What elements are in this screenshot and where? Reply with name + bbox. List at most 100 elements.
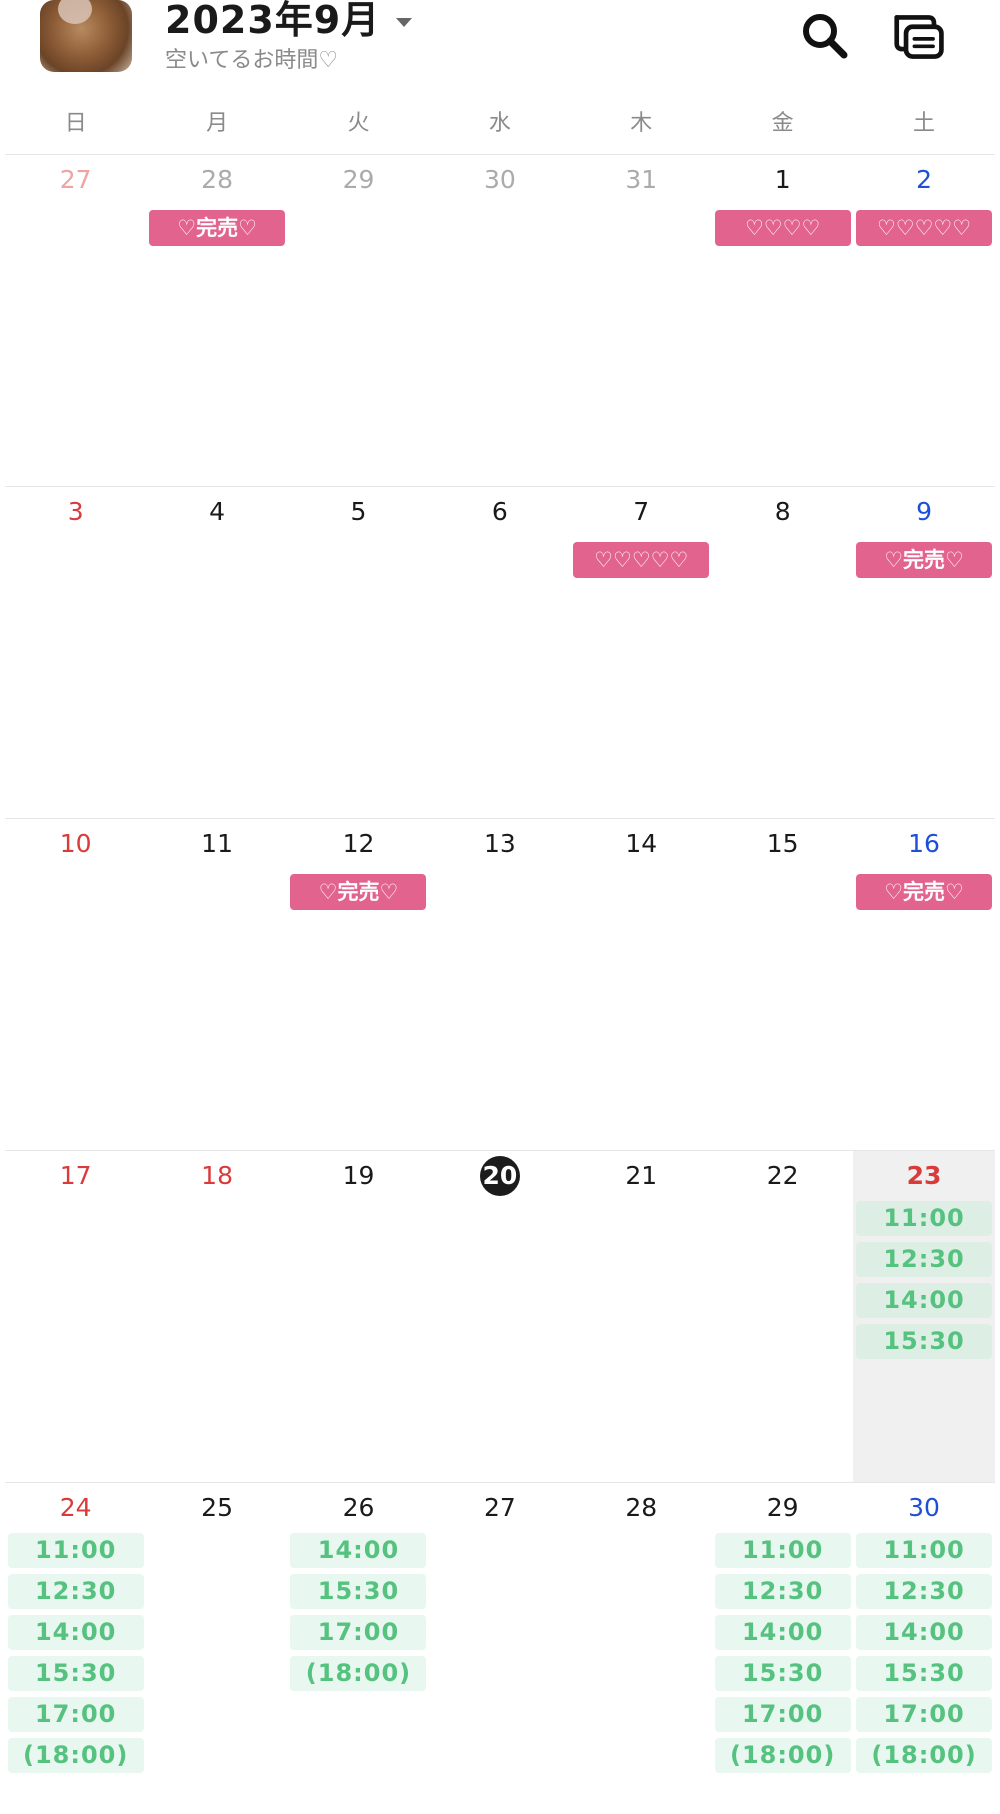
day-cell[interactable]: 2 ♡♡♡♡♡ bbox=[853, 155, 994, 486]
day-cell[interactable]: 17 bbox=[5, 1151, 146, 1482]
time-slot[interactable]: 17:00 bbox=[714, 1697, 851, 1732]
day-number: 9 bbox=[916, 497, 932, 526]
day-cell[interactable]: 30 11:00 12:30 14:00 15:30 17:00 (18:00) bbox=[853, 1483, 994, 1814]
day-cell[interactable]: 14 bbox=[571, 819, 712, 1150]
time-slot[interactable]: (18:00) bbox=[290, 1656, 427, 1691]
event-badge[interactable]: ♡♡♡♡♡ bbox=[856, 210, 993, 246]
time-slot[interactable]: 15:30 bbox=[856, 1324, 993, 1359]
day-cell[interactable]: 31 bbox=[571, 155, 712, 486]
avatar[interactable] bbox=[40, 0, 132, 72]
day-cell[interactable]: 25 bbox=[146, 1483, 287, 1814]
event-badge[interactable]: ♡完売♡ bbox=[856, 874, 993, 910]
day-cell[interactable]: 6 bbox=[429, 487, 570, 818]
day-cell[interactable]: 15 bbox=[712, 819, 853, 1150]
day-number: 26 bbox=[342, 1493, 375, 1522]
event-badge[interactable]: ♡完売♡ bbox=[149, 210, 286, 246]
time-slot-list: 11:00 12:30 14:00 15:30 17:00 (18:00) bbox=[853, 1533, 994, 1773]
time-slot[interactable]: 17:00 bbox=[290, 1615, 427, 1650]
day-number: 27 bbox=[59, 165, 92, 194]
month-grid: 27 28 ♡完売♡ 29 30 31 1 ♡♡♡♡ 2 ♡♡♡♡♡ 3 4 5 6 7 ♡♡♡♡♡ 8 9 ♡完売… bbox=[5, 155, 995, 1814]
time-slot[interactable]: 15:30 bbox=[7, 1656, 144, 1691]
day-cell[interactable]: 21 bbox=[571, 1151, 712, 1482]
time-slot[interactable]: 15:30 bbox=[856, 1656, 993, 1691]
day-cell[interactable]: 11 bbox=[146, 819, 287, 1150]
time-slot[interactable]: 11:00 bbox=[7, 1533, 144, 1568]
day-number: 30 bbox=[908, 1493, 940, 1522]
time-slot[interactable]: 11:00 bbox=[714, 1533, 851, 1568]
time-slot[interactable]: 17:00 bbox=[856, 1697, 993, 1732]
day-number: 13 bbox=[483, 829, 516, 858]
day-cell[interactable]: 27 bbox=[429, 1483, 570, 1814]
month-title-text[interactable]: 2023年9月 bbox=[165, 0, 380, 40]
day-cell[interactable]: 29 bbox=[288, 155, 429, 486]
time-slot[interactable]: (18:00) bbox=[714, 1738, 851, 1773]
event-badge[interactable]: ♡♡♡♡ bbox=[714, 210, 851, 246]
time-slot[interactable]: 14:00 bbox=[714, 1615, 851, 1650]
day-number: 29 bbox=[766, 1493, 799, 1522]
time-slot[interactable]: (18:00) bbox=[856, 1738, 993, 1773]
time-slot[interactable]: 15:30 bbox=[290, 1574, 427, 1609]
day-number: 14 bbox=[625, 829, 658, 858]
day-cell[interactable]: 28 ♡完売♡ bbox=[146, 155, 287, 486]
day-number: 21 bbox=[625, 1161, 658, 1190]
day-cell[interactable]: 4 bbox=[146, 487, 287, 818]
day-cell[interactable]: 27 bbox=[5, 155, 146, 486]
day-cell[interactable]: 12 ♡完売♡ bbox=[288, 819, 429, 1150]
day-number: 8 bbox=[774, 497, 791, 526]
month-selector[interactable]: 2023年9月 空いてるお時間♡ bbox=[165, 0, 413, 74]
day-cell[interactable]: 5 bbox=[288, 487, 429, 818]
time-slot-list: 14:00 15:30 17:00 (18:00) bbox=[288, 1533, 429, 1691]
day-cell[interactable]: 29 11:00 12:30 14:00 15:30 17:00 (18:00) bbox=[712, 1483, 853, 1814]
day-cell[interactable]: 28 bbox=[571, 1483, 712, 1814]
event-badge[interactable]: ♡完売♡ bbox=[290, 874, 427, 910]
day-cell[interactable]: 30 bbox=[429, 155, 570, 486]
time-slot[interactable]: 14:00 bbox=[856, 1615, 993, 1650]
week-row: 27 28 ♡完売♡ 29 30 31 1 ♡♡♡♡ 2 ♡♡♡♡♡ bbox=[5, 155, 995, 487]
weekday-header-row: 日 月 火 水 木 金 土 bbox=[5, 106, 995, 155]
time-slot[interactable]: 14:00 bbox=[856, 1283, 993, 1318]
day-number: 2 bbox=[916, 165, 932, 194]
day-cell[interactable]: 16 ♡完売♡ bbox=[853, 819, 994, 1150]
search-icon[interactable] bbox=[798, 10, 852, 64]
day-cell[interactable]: 22 bbox=[712, 1151, 853, 1482]
day-cell[interactable]: 3 bbox=[5, 487, 146, 818]
day-number: 16 bbox=[908, 829, 940, 858]
day-cell[interactable]: 24 11:00 12:30 14:00 15:30 17:00 (18:00) bbox=[5, 1483, 146, 1814]
day-number: 4 bbox=[209, 497, 226, 526]
day-number: 28 bbox=[201, 165, 233, 194]
time-slot[interactable]: 12:30 bbox=[856, 1242, 993, 1277]
day-number: 29 bbox=[342, 165, 375, 194]
day-cell[interactable]: 26 14:00 15:30 17:00 (18:00) bbox=[288, 1483, 429, 1814]
day-cell[interactable]: 1 ♡♡♡♡ bbox=[712, 155, 853, 486]
time-slot[interactable]: 11:00 bbox=[856, 1201, 993, 1236]
day-cell[interactable]: 7 ♡♡♡♡♡ bbox=[571, 487, 712, 818]
time-slot[interactable]: 14:00 bbox=[7, 1615, 144, 1650]
caret-down-icon[interactable] bbox=[396, 17, 413, 27]
time-slot[interactable]: 15:30 bbox=[714, 1656, 851, 1691]
day-cell[interactable]: 18 bbox=[146, 1151, 287, 1482]
time-slot[interactable]: 12:30 bbox=[7, 1574, 144, 1609]
day-cell[interactable]: 19 bbox=[288, 1151, 429, 1482]
day-cell[interactable]: 13 bbox=[429, 819, 570, 1150]
chat-list-icon[interactable] bbox=[893, 10, 947, 64]
day-number: 12 bbox=[342, 829, 375, 858]
day-cell[interactable]: 8 bbox=[712, 487, 853, 818]
event-badge[interactable]: ♡完売♡ bbox=[856, 542, 993, 578]
day-number: 18 bbox=[201, 1161, 233, 1190]
day-cell[interactable]: 23 11:00 12:30 14:00 15:30 bbox=[853, 1151, 995, 1482]
day-cell[interactable]: 10 bbox=[5, 819, 146, 1150]
event-badge[interactable]: ♡♡♡♡♡ bbox=[573, 542, 710, 578]
time-slot[interactable]: 12:30 bbox=[856, 1574, 993, 1609]
week-row: 24 11:00 12:30 14:00 15:30 17:00 (18:00) 25 26 14… bbox=[5, 1483, 995, 1814]
month-title[interactable]: 2023年9月 bbox=[165, 0, 413, 40]
weekday-label: 火 bbox=[347, 111, 370, 136]
day-cell[interactable]: 9 ♡完売♡ bbox=[853, 487, 994, 818]
time-slot[interactable]: 11:00 bbox=[856, 1533, 993, 1568]
time-slot[interactable]: 12:30 bbox=[714, 1574, 851, 1609]
time-slot[interactable]: (18:00) bbox=[7, 1738, 144, 1773]
day-cell[interactable]: 20 bbox=[429, 1151, 570, 1482]
avatar-photo-detail bbox=[58, 0, 92, 24]
time-slot[interactable]: 17:00 bbox=[7, 1697, 144, 1732]
time-slot[interactable]: 14:00 bbox=[290, 1533, 427, 1568]
day-number: 5 bbox=[350, 497, 367, 526]
